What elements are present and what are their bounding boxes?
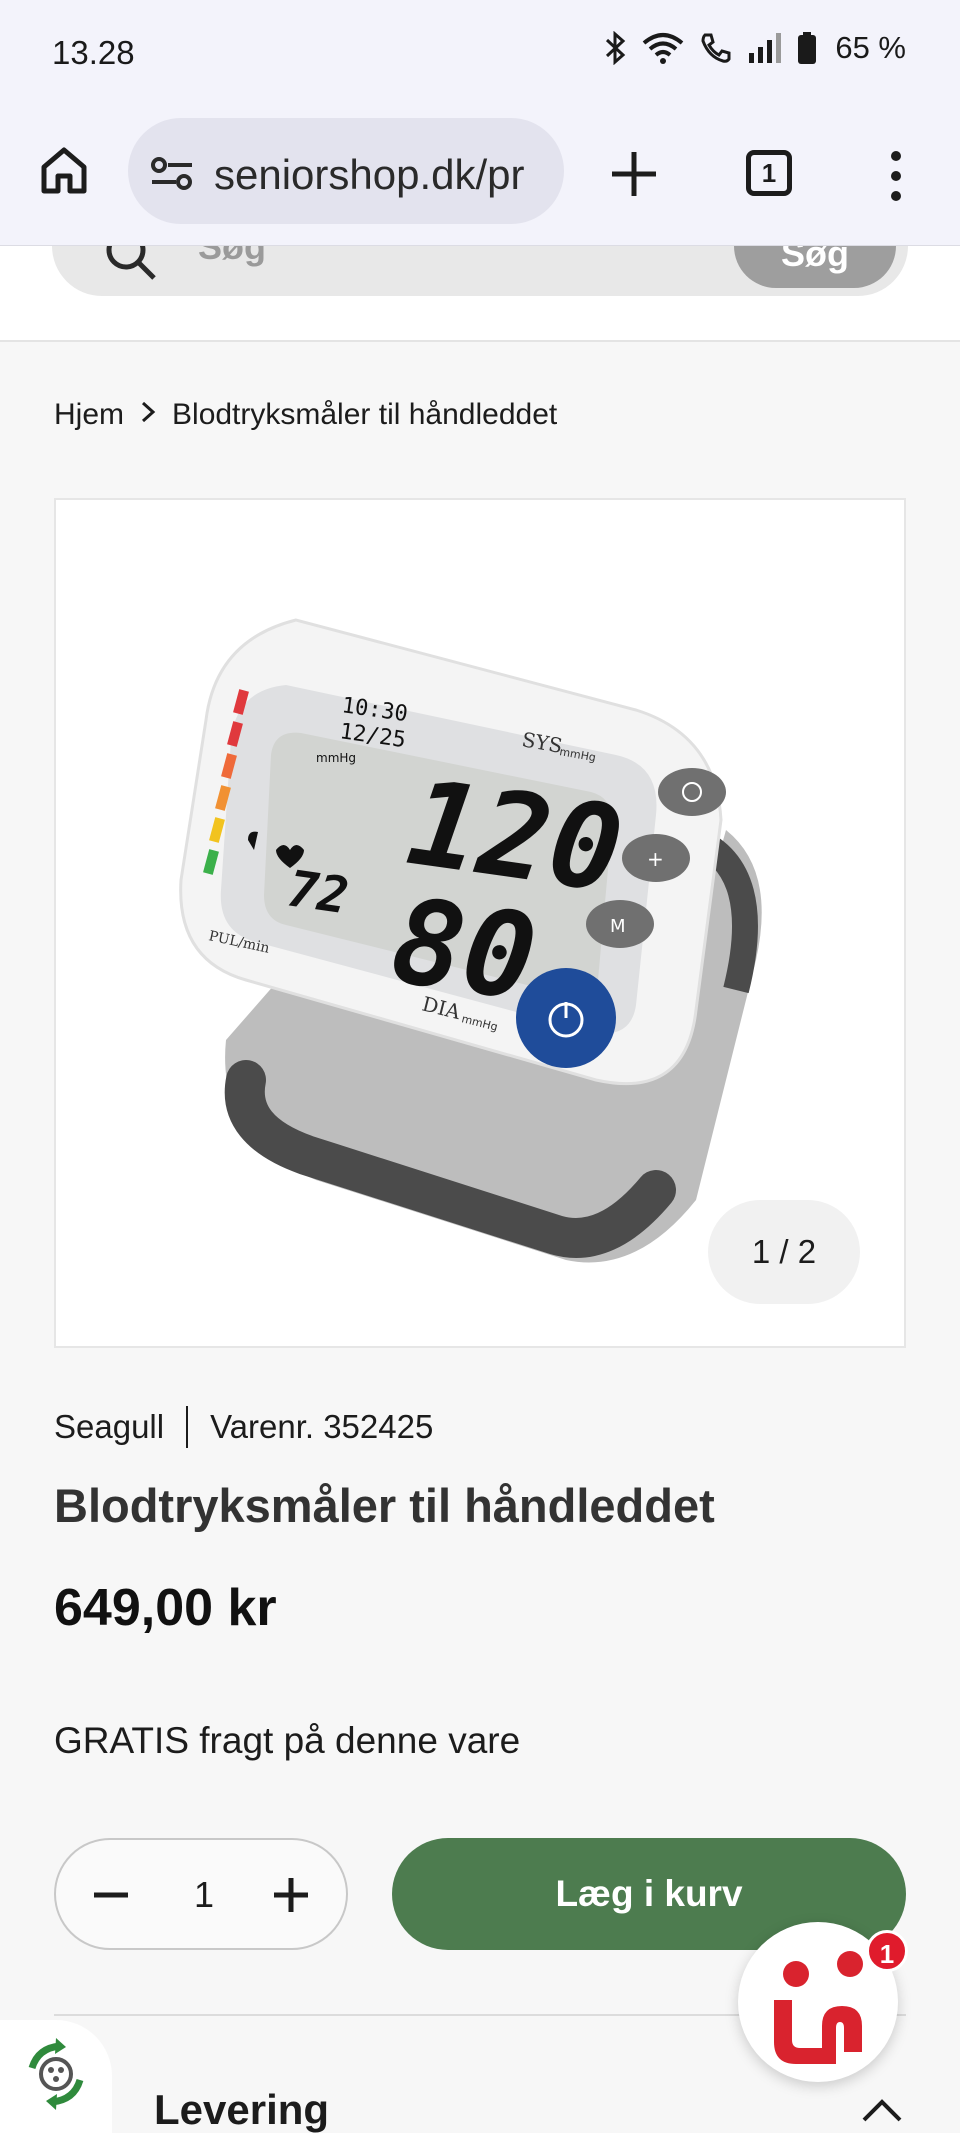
eco-badge[interactable] [0, 2020, 112, 2133]
battery-icon [797, 31, 817, 65]
chat-unread-badge: 1 [866, 1930, 908, 1972]
product-brand[interactable]: Seagull [54, 1408, 164, 1446]
device-unit-readout: mmHg [316, 751, 356, 765]
url-text[interactable]: seniorshop.dk/pr [214, 151, 525, 199]
breadcrumb-home-link[interactable]: Hjem [54, 398, 124, 432]
quantity-value[interactable]: 1 [176, 1874, 232, 1916]
wifi-icon [641, 31, 685, 65]
product-gallery[interactable]: 10:30 12/25 mmHg SYS mmHg 120 80 72 PUL/… [54, 498, 906, 1348]
signal-icon [747, 31, 783, 65]
battery-level: 65 % [835, 30, 906, 65]
search-icon [102, 246, 162, 291]
gallery-counter: 1 / 2 [708, 1200, 860, 1304]
product-image: 10:30 12/25 mmHg SYS mmHg 120 80 72 PUL/… [179, 618, 762, 1263]
svg-text:+: + [647, 847, 664, 871]
increase-quantity-button[interactable] [266, 1870, 316, 1920]
chevron-right-icon [140, 398, 156, 432]
device-pulse-readout: 72 [284, 859, 352, 925]
site-settings-icon[interactable] [150, 156, 194, 195]
svg-text:M: M [610, 916, 626, 937]
search-section: Søg [0, 246, 960, 342]
breadcrumb-current: Blodtryksmåler til håndleddet [172, 398, 558, 431]
address-bar[interactable]: seniorshop.dk/pr [128, 118, 564, 224]
browser-toolbar: seniorshop.dk/pr 1 [0, 110, 960, 246]
new-tab-icon[interactable] [604, 144, 664, 204]
status-bar: 13.28 65 % [0, 0, 960, 110]
home-icon[interactable] [36, 142, 92, 198]
product-price: 649,00 kr [54, 1579, 277, 1637]
quantity-stepper: 1 [54, 1838, 348, 1950]
bluetooth-icon [605, 31, 627, 65]
decrease-quantity-button[interactable] [86, 1870, 136, 1920]
search-button[interactable]: Søg [734, 246, 896, 288]
product-title: Blodtryksmåler til håndleddet [54, 1479, 715, 1532]
breadcrumb: Hjem Blodtryksmåler til håndleddet [54, 398, 557, 432]
delivery-accordion-title[interactable]: Levering [154, 2086, 329, 2133]
search-input[interactable] [198, 246, 598, 268]
tab-switcher-button[interactable]: 1 [746, 150, 792, 196]
search-bar: Søg [52, 246, 908, 296]
chevron-up-icon[interactable] [860, 2096, 904, 2129]
shipping-note: GRATIS fragt på denne vare [54, 1720, 521, 1761]
call-icon [699, 31, 733, 65]
status-icons: 65 % [605, 30, 906, 66]
product-meta: Seagull Varenr. 352425 [54, 1406, 433, 1448]
meta-divider [186, 1406, 189, 1448]
recycle-icon [16, 2034, 96, 2119]
more-menu-icon[interactable] [882, 148, 910, 204]
product-sku: Varenr. 352425 [210, 1408, 434, 1445]
status-time: 13.28 [52, 34, 135, 71]
